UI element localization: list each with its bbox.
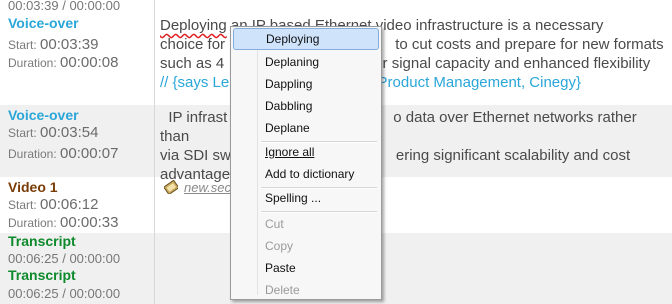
entry-start: Start: 00:03:39 xyxy=(8,36,98,53)
duration-value: 00:00:08 xyxy=(60,54,119,71)
column-divider xyxy=(154,0,155,304)
text-fragment: er signal capacity and enhanced flexibil… xyxy=(374,55,651,72)
start-label: Start: xyxy=(8,198,37,212)
menu-item-spelling[interactable]: Spelling ... xyxy=(233,187,379,209)
text-fragment: ering significant scalability and cost xyxy=(395,147,631,164)
text-fragment: via SDI sw xyxy=(160,147,231,164)
text-fragment: choice for xyxy=(160,36,226,53)
start-label: Start: xyxy=(8,38,37,52)
menu-item-add-to-dictionary[interactable]: Add to dictionary xyxy=(233,163,379,185)
spelling-context-menu: Deploying Deplaning Dappling Dabbling De… xyxy=(230,26,382,300)
duration-label: Duration: xyxy=(8,147,57,161)
quote-fragment: f Product Management, Cinegy} xyxy=(369,74,582,91)
start-value: 00:03:39 xyxy=(40,36,99,53)
start-value: 00:03:54 xyxy=(40,124,99,141)
entry-type-voiceover[interactable]: Voice-over xyxy=(8,107,79,123)
video-file-line: new.sec xyxy=(164,180,231,195)
menu-item-deplane[interactable]: Deplane xyxy=(233,117,379,139)
start-value: 00:06:12 xyxy=(40,196,99,213)
menu-item-cut[interactable]: Cut xyxy=(233,213,379,235)
menu-item-deploying[interactable]: Deploying xyxy=(233,28,379,50)
menu-item-dabbling[interactable]: Dabbling xyxy=(233,95,379,117)
start-label: Start: xyxy=(8,126,37,140)
entry-start: Start: 00:03:54 xyxy=(8,124,98,141)
text-fragment: to cut costs and prepare for new formats xyxy=(391,36,664,53)
menu-item-paste[interactable]: Paste xyxy=(233,257,379,279)
entry-duration: Duration: 00:00:07 xyxy=(8,145,118,162)
menu-item-dappling[interactable]: Dappling xyxy=(233,73,379,95)
menu-item-copy[interactable]: Copy xyxy=(233,235,379,257)
menu-item-ignore-all[interactable]: Ignore all xyxy=(233,141,379,163)
top-timecode: 00:03:39 / 00:00:00 xyxy=(8,0,121,13)
menu-item-deplaning[interactable]: Deplaning xyxy=(233,51,379,73)
entry-start: Start: 00:06:12 xyxy=(8,196,98,213)
misspelled-word[interactable]: Deploying xyxy=(160,17,227,34)
entry-timecode: 00:06:25 / 00:00:00 xyxy=(8,286,121,301)
entry-duration: Duration: 00:00:33 xyxy=(8,214,118,231)
entry-timecode: 00:06:25 / 00:00:00 xyxy=(8,251,121,266)
duration-label: Duration: xyxy=(8,56,57,70)
text-fragment: such as 4 xyxy=(160,55,225,72)
entry-type-video[interactable]: Video 1 xyxy=(8,179,58,195)
text-fragment: IP infrast xyxy=(160,109,228,126)
duration-value: 00:00:07 xyxy=(60,145,119,162)
quote-fragment: // {says Le xyxy=(160,74,230,91)
menu-item-delete[interactable]: Delete xyxy=(233,279,379,301)
film-icon xyxy=(164,180,178,194)
menu-item-label: Ignore all xyxy=(265,145,315,159)
duration-label: Duration: xyxy=(8,216,57,230)
timeline-labels-column: 00:03:39 / 00:00:00 Voice-over Start: 00… xyxy=(0,0,154,304)
video-file-link[interactable]: new.sec xyxy=(184,180,231,195)
entry-type-voiceover[interactable]: Voice-over xyxy=(8,15,79,31)
duration-value: 00:00:33 xyxy=(60,214,119,231)
entry-type-transcript[interactable]: Transcript xyxy=(8,233,76,249)
entry-duration: Duration: 00:00:08 xyxy=(8,54,118,71)
entry-type-transcript[interactable]: Transcript xyxy=(8,267,76,283)
